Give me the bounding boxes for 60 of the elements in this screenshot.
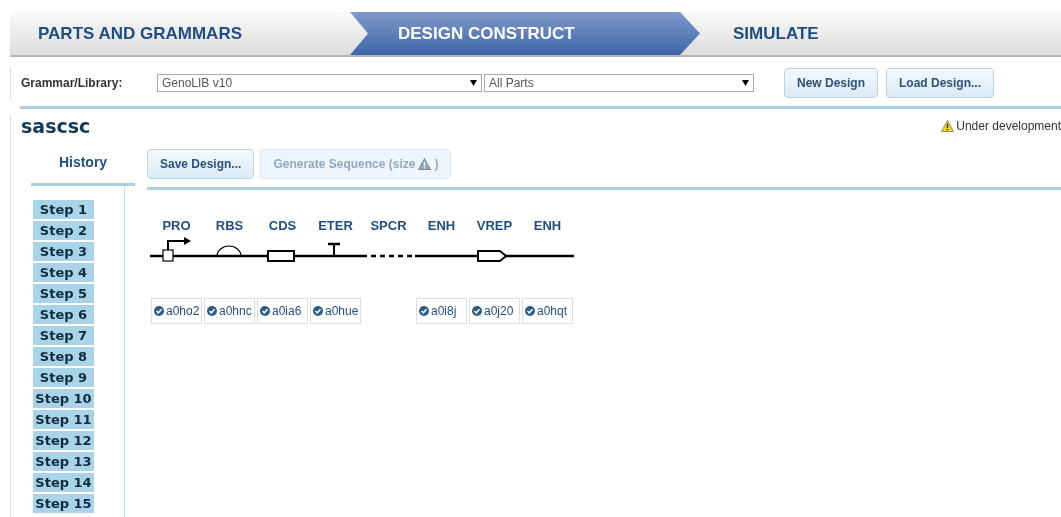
caret-icon bbox=[470, 80, 477, 86]
history-step[interactable]: Step 11 bbox=[33, 410, 94, 429]
toolbar-button[interactable]: New Design bbox=[784, 68, 878, 98]
check-circle-icon bbox=[260, 306, 270, 316]
history-step[interactable]: Step 4 bbox=[33, 263, 94, 282]
part-type-label: ENH bbox=[533, 218, 562, 235]
part-id-chip[interactable]: a0hue bbox=[310, 298, 361, 324]
part-type-label: ETER bbox=[318, 218, 353, 235]
promoter-glyph bbox=[150, 236, 203, 262]
part-id-chip[interactable]: a0i8j bbox=[416, 298, 467, 324]
part-id-chip[interactable]: a0ia6 bbox=[257, 298, 308, 324]
terminator-glyph bbox=[309, 242, 362, 258]
history-step[interactable]: Step 8 bbox=[33, 347, 94, 366]
spacer-glyph bbox=[362, 254, 415, 258]
dev-notice: Under development bbox=[941, 119, 1061, 133]
history-step[interactable]: Step 12 bbox=[33, 431, 94, 450]
history-step[interactable]: Step 3 bbox=[33, 242, 94, 261]
plain-glyph bbox=[521, 254, 574, 258]
check-circle-icon bbox=[525, 306, 535, 316]
history-step[interactable]: Step 7 bbox=[33, 326, 94, 345]
parts-dropdown[interactable]: All Parts bbox=[484, 74, 754, 92]
part-type-label: SPCR bbox=[370, 218, 407, 235]
history-step[interactable]: Step 5 bbox=[33, 284, 94, 303]
warning-icon bbox=[941, 120, 955, 132]
history-step[interactable]: Step 9 bbox=[33, 368, 94, 387]
history-step[interactable]: Step 13 bbox=[33, 452, 94, 471]
cds-glyph bbox=[256, 250, 309, 262]
plain-glyph bbox=[415, 254, 468, 258]
part-type-label: CDS bbox=[268, 218, 297, 235]
toolbar-button[interactable]: Load Design... bbox=[886, 68, 995, 98]
history-step[interactable]: Step 6 bbox=[33, 305, 94, 324]
check-circle-icon bbox=[472, 306, 482, 316]
part-type-label: ENH bbox=[427, 218, 456, 235]
history-step[interactable]: Step 1 bbox=[33, 200, 94, 219]
wizard-tab[interactable]: SIMULATE bbox=[705, 12, 1045, 55]
part-id-chip[interactable]: a0ho2 bbox=[151, 298, 202, 324]
history-step[interactable]: Step 15 bbox=[33, 494, 94, 513]
arrow-glyph bbox=[468, 250, 521, 262]
check-circle-icon bbox=[154, 306, 164, 316]
part-type-label: PRO bbox=[162, 218, 191, 235]
grammar-dropdown[interactable]: GenoLIB v10 bbox=[157, 74, 482, 92]
part-id-chip[interactable]: a0hnc bbox=[204, 298, 255, 324]
warning-icon bbox=[418, 158, 432, 170]
design-title: sascsc bbox=[21, 115, 91, 137]
check-circle-icon bbox=[207, 306, 217, 316]
part-type-label: RBS bbox=[215, 218, 244, 235]
part-id-chip[interactable]: a0hqt bbox=[522, 298, 573, 324]
action-button[interactable]: Save Design... bbox=[147, 149, 255, 179]
history-heading: History bbox=[57, 153, 109, 172]
history-step[interactable]: Step 14 bbox=[33, 473, 94, 492]
caret-icon bbox=[742, 80, 749, 86]
part-id-chip[interactable]: a0j20 bbox=[469, 298, 520, 324]
check-circle-icon bbox=[419, 306, 429, 316]
grammar-label: Grammar/Library: bbox=[21, 76, 124, 90]
check-circle-icon bbox=[313, 306, 323, 316]
wizard-tab[interactable]: PARTS AND GRAMMARS bbox=[10, 12, 350, 55]
rbs-glyph bbox=[203, 245, 256, 258]
part-type-label: VREP bbox=[476, 218, 513, 235]
history-step[interactable]: Step 2 bbox=[33, 221, 94, 240]
history-step[interactable]: Step 10 bbox=[33, 389, 94, 408]
